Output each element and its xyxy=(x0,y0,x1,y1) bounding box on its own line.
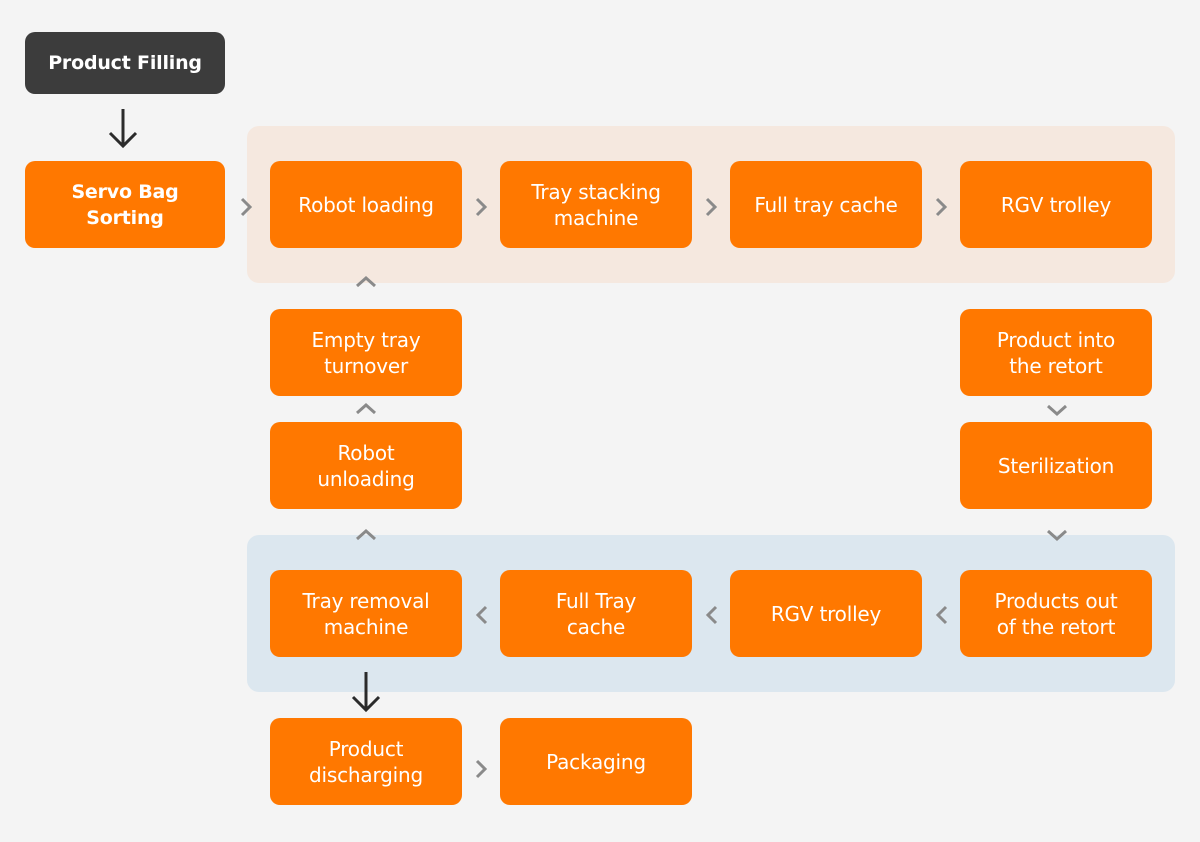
node-tray-removal-machine[interactable]: Tray removal machine xyxy=(270,570,462,657)
node-product-into-retort[interactable]: Product into the retort xyxy=(960,309,1152,396)
chevron-left-icon xyxy=(930,603,954,627)
chevron-down-icon xyxy=(1045,523,1069,547)
node-label: Tray stacking machine xyxy=(531,179,661,230)
node-rgv-trolley-bottom[interactable]: RGV trolley xyxy=(730,570,922,657)
node-label: Product Filling xyxy=(48,52,202,74)
chevron-right-icon xyxy=(699,195,723,219)
node-product-discharging[interactable]: Product discharging xyxy=(270,718,462,805)
node-label: RGV trolley xyxy=(1000,192,1112,217)
node-label: Products out of the retort xyxy=(994,588,1118,639)
chevron-right-icon xyxy=(234,195,258,219)
node-robot-unloading[interactable]: Robot unloading xyxy=(270,422,462,509)
chevron-up-icon xyxy=(354,397,378,421)
chevron-up-icon xyxy=(354,270,378,294)
node-full-tray-cache-bottom[interactable]: Full Tray cache xyxy=(500,570,692,657)
node-product-filling[interactable]: Product Filling xyxy=(25,32,225,94)
node-label: RGV trolley xyxy=(770,601,882,626)
node-products-out-of-retort[interactable]: Products out of the retort xyxy=(960,570,1152,657)
node-label: Full Tray cache xyxy=(555,588,637,639)
chevron-left-icon xyxy=(700,603,724,627)
chevron-left-icon xyxy=(470,603,494,627)
chevron-up-icon xyxy=(354,523,378,547)
node-label: Full tray cache xyxy=(754,192,898,217)
node-tray-stacking-machine[interactable]: Tray stacking machine xyxy=(500,161,692,248)
node-label: Robot unloading xyxy=(317,440,415,491)
node-empty-tray-turnover[interactable]: Empty tray turnover xyxy=(270,309,462,396)
node-servo-bag-sorting[interactable]: Servo Bag Sorting xyxy=(25,161,225,248)
node-label: Servo Bag Sorting xyxy=(71,180,179,229)
chevron-down-icon xyxy=(1045,398,1069,422)
node-label: Product discharging xyxy=(309,736,423,787)
node-sterilization[interactable]: Sterilization xyxy=(960,422,1152,509)
arrow-down-icon xyxy=(348,670,384,714)
node-label: Packaging xyxy=(546,749,646,774)
node-label: Sterilization xyxy=(997,453,1115,478)
node-robot-loading[interactable]: Robot loading xyxy=(270,161,462,248)
chevron-right-icon xyxy=(469,757,493,781)
node-packaging[interactable]: Packaging xyxy=(500,718,692,805)
chevron-right-icon xyxy=(469,195,493,219)
node-rgv-trolley-top[interactable]: RGV trolley xyxy=(960,161,1152,248)
node-label: Product into the retort xyxy=(996,327,1116,378)
chevron-right-icon xyxy=(929,195,953,219)
node-label: Robot loading xyxy=(298,192,434,217)
node-full-tray-cache-top[interactable]: Full tray cache xyxy=(730,161,922,248)
node-label: Tray removal machine xyxy=(302,588,430,639)
node-label: Empty tray turnover xyxy=(311,327,421,378)
arrow-down-icon xyxy=(105,106,141,150)
